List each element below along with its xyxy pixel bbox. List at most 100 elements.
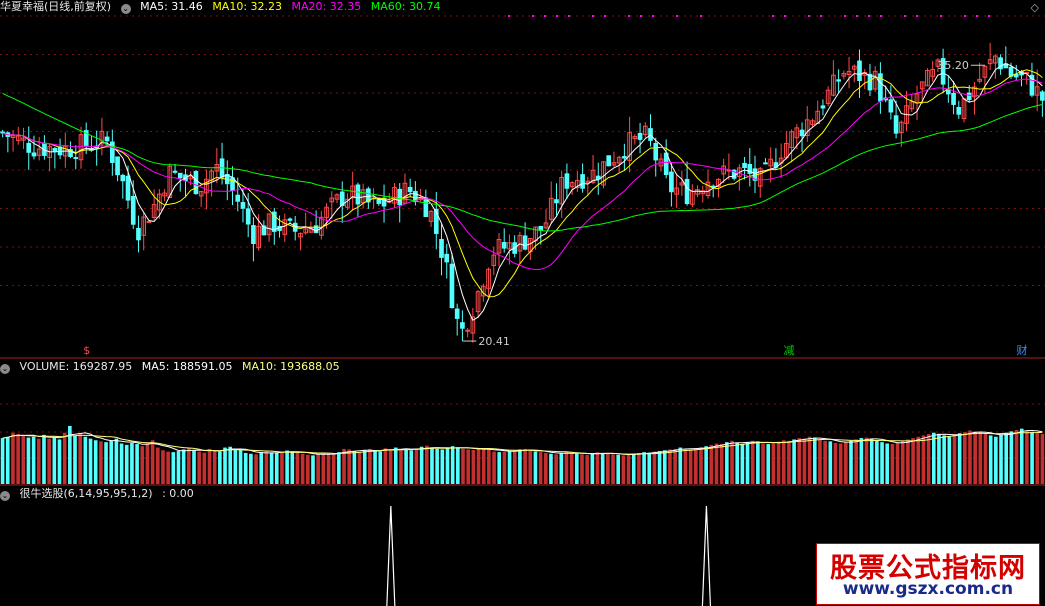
candle-body bbox=[444, 253, 450, 263]
candle-body bbox=[172, 170, 178, 173]
signal-dot bbox=[628, 15, 630, 17]
candle-body bbox=[397, 188, 403, 206]
volume-bar bbox=[906, 439, 910, 484]
volume-bar bbox=[802, 438, 807, 484]
signal-dot bbox=[904, 15, 906, 17]
volume-bar bbox=[859, 438, 864, 484]
volume-bar bbox=[735, 442, 740, 484]
signal-dot bbox=[940, 15, 942, 17]
volume-bar bbox=[533, 451, 538, 484]
indicator-settings-icon[interactable]: ⌄ bbox=[0, 491, 10, 501]
volume-bar bbox=[342, 448, 346, 484]
signal-dot bbox=[976, 15, 978, 17]
candle-body bbox=[177, 172, 183, 179]
volume-bar bbox=[109, 440, 114, 484]
volume-bar bbox=[145, 443, 150, 484]
signal-dot bbox=[988, 15, 990, 17]
volume-bar bbox=[238, 449, 243, 484]
volume-bar bbox=[197, 451, 201, 484]
event-marker: $ bbox=[83, 344, 90, 357]
volume-bar bbox=[564, 451, 569, 484]
price-panel-header: 华夏幸福(日线,前复权) ⌄ MA5: 31.46 MA10: 32.23 MA… bbox=[0, 0, 446, 14]
volume-bar bbox=[730, 440, 734, 484]
stock-title: 华夏幸福(日线,前复权) bbox=[0, 0, 112, 13]
volume-bar bbox=[916, 436, 921, 484]
volume-bar bbox=[952, 434, 957, 484]
volume-bar bbox=[114, 438, 119, 484]
volume-bar bbox=[523, 448, 527, 484]
signal-dot bbox=[808, 15, 810, 17]
legend-ma20: MA20: 32.35 bbox=[291, 0, 362, 13]
volume-bar bbox=[161, 450, 165, 484]
ma5-line bbox=[2, 63, 1043, 322]
candle-body bbox=[287, 218, 293, 221]
volume-bar bbox=[626, 454, 631, 484]
candle-body bbox=[669, 171, 674, 193]
volume-bar bbox=[290, 451, 295, 484]
volume-bar bbox=[352, 451, 357, 484]
high-label: 35.20 bbox=[937, 59, 969, 72]
volume-bar bbox=[228, 446, 233, 484]
volume-bar bbox=[921, 435, 926, 484]
volume-bar bbox=[378, 451, 383, 484]
volume-bar bbox=[807, 436, 812, 484]
signal-dot bbox=[544, 15, 546, 17]
volume-bar bbox=[155, 447, 160, 484]
volume-bar bbox=[305, 454, 310, 484]
volume-bar bbox=[326, 453, 331, 484]
volume-bar bbox=[549, 453, 553, 484]
candle-body bbox=[407, 186, 413, 193]
volume-bar bbox=[937, 433, 941, 484]
volume-bar bbox=[611, 454, 615, 484]
candle-body bbox=[460, 322, 465, 329]
volume-value: VOLUME: 169287.95 bbox=[19, 360, 133, 373]
volume-bar bbox=[357, 452, 362, 484]
volume-bar bbox=[104, 442, 108, 484]
volume-bar bbox=[274, 452, 279, 484]
volume-bar bbox=[502, 451, 507, 484]
volume-bar bbox=[947, 436, 952, 484]
volume-bar bbox=[642, 452, 646, 484]
volume-bar bbox=[528, 450, 533, 484]
volume-bar bbox=[150, 440, 155, 484]
candle-body bbox=[1040, 91, 1045, 101]
signal-dot bbox=[856, 15, 858, 17]
volume-bar bbox=[176, 451, 181, 484]
diamond-icon[interactable]: ◇ bbox=[1031, 1, 1039, 14]
volume-bar bbox=[869, 438, 874, 484]
volume-bar bbox=[518, 449, 522, 484]
volume-bar bbox=[476, 448, 481, 484]
volume-bar bbox=[254, 454, 258, 484]
chart-canvas: 35.20 20.41 $ 减 财 bbox=[0, 15, 1045, 606]
signal-dot bbox=[592, 15, 594, 17]
signal-dot bbox=[880, 15, 882, 17]
volume-bar bbox=[311, 455, 315, 484]
volume-bar bbox=[83, 436, 88, 484]
volume-bar bbox=[404, 449, 408, 484]
low-label: 20.41 bbox=[478, 335, 510, 348]
volume-bar bbox=[207, 448, 212, 484]
event-marker: 减 bbox=[783, 344, 794, 357]
signal-dot bbox=[532, 15, 534, 17]
candle-body bbox=[946, 89, 951, 95]
candle-body bbox=[622, 156, 627, 159]
volume-bar bbox=[838, 443, 843, 484]
volume-bar bbox=[1030, 432, 1034, 484]
volume-bar bbox=[435, 448, 439, 484]
candle-body bbox=[956, 107, 962, 115]
volume-bar bbox=[233, 448, 238, 484]
signal-dot bbox=[844, 15, 846, 17]
volume-bar bbox=[781, 440, 786, 484]
volume-bar bbox=[31, 436, 36, 484]
candle-body bbox=[235, 194, 241, 202]
candle-body bbox=[31, 152, 37, 157]
volume-bar bbox=[999, 434, 1003, 484]
candle-body bbox=[230, 177, 235, 191]
settings-circle-icon[interactable]: ⌄ bbox=[120, 4, 131, 14]
volume-bar bbox=[678, 447, 683, 484]
volume-bar bbox=[430, 447, 434, 484]
volume-settings-icon[interactable]: ⌄ bbox=[0, 364, 10, 374]
legend-ma10: MA10: 32.23 bbox=[212, 0, 283, 13]
candle-body bbox=[893, 115, 899, 134]
volume-bar bbox=[140, 446, 145, 484]
